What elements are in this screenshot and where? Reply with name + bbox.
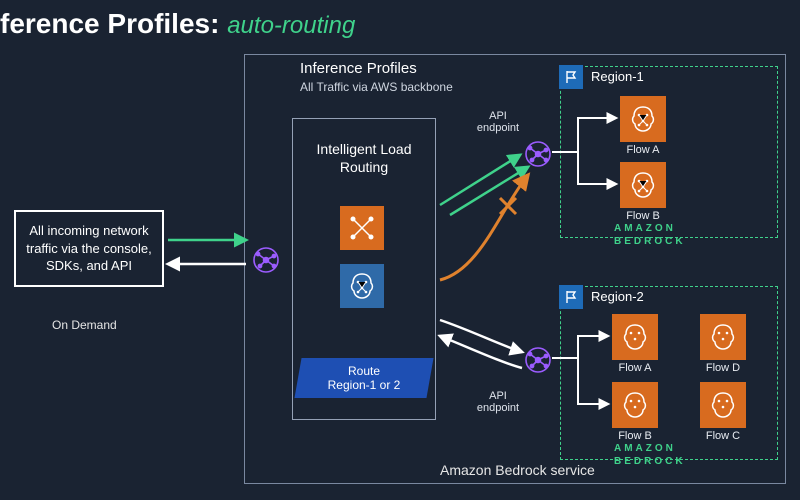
brain-icon [708,322,738,352]
brain-icon [708,390,738,420]
route-line1: Route [348,364,380,378]
page-title: ference Profiles: auto-routing [0,8,355,40]
flow-tile [612,314,658,360]
flow-label: Flow A [612,362,658,374]
route-line2: Region-1 or 2 [328,378,401,392]
flow-label: Flow D [700,362,746,374]
route-banner: Route Region-1 or 2 [294,358,433,398]
api-endpoint-2-label: API endpoint [468,390,528,414]
routing-icon-tile [340,206,384,250]
flow-label: Flow A [620,144,666,156]
router-icon-entry [252,246,280,274]
routing-icon [347,213,377,243]
region-1-label: Region-1 [591,69,644,84]
ilr-title: Intelligent Load Routing [314,140,414,176]
on-demand-label: On Demand [52,318,117,332]
incoming-traffic-box: All incoming network traffic via the con… [14,210,164,287]
service-subtitle: All Traffic via AWS backbone [300,80,453,94]
flag-icon [559,285,583,309]
flow-tile [700,314,746,360]
api-endpoint-1-label: API endpoint [468,110,528,134]
flow-label: Flow B [612,430,658,442]
flag-icon [559,65,583,89]
brain-icon [628,104,658,134]
brain-icon [628,170,658,200]
brain-icon [620,390,650,420]
router-icon-region1 [524,140,552,168]
region-2-label: Region-2 [591,289,644,304]
brain-icon [620,322,650,352]
flow-tile [620,162,666,208]
flow-label: Flow C [700,430,746,442]
bedrock-brand-2: AMAZONBEDROCK [614,442,686,468]
flow-tile [620,96,666,142]
service-title: Inference Profiles [300,60,417,77]
brain-icon [347,271,377,301]
flow-tile [612,382,658,428]
flow-tile [700,382,746,428]
flow-label: Flow B [620,210,666,222]
title-main: ference Profiles: [0,8,219,39]
bedrock-brand-1: AMAZONBEDROCK [614,222,686,248]
brain-icon-tile [340,264,384,308]
region-1-box: Region-1 [560,66,778,238]
service-bottom-label: Amazon Bedrock service [440,462,595,478]
title-sub: auto-routing [227,12,355,39]
router-icon-region2 [524,346,552,374]
traffic-text: All incoming network traffic via the con… [26,223,152,273]
